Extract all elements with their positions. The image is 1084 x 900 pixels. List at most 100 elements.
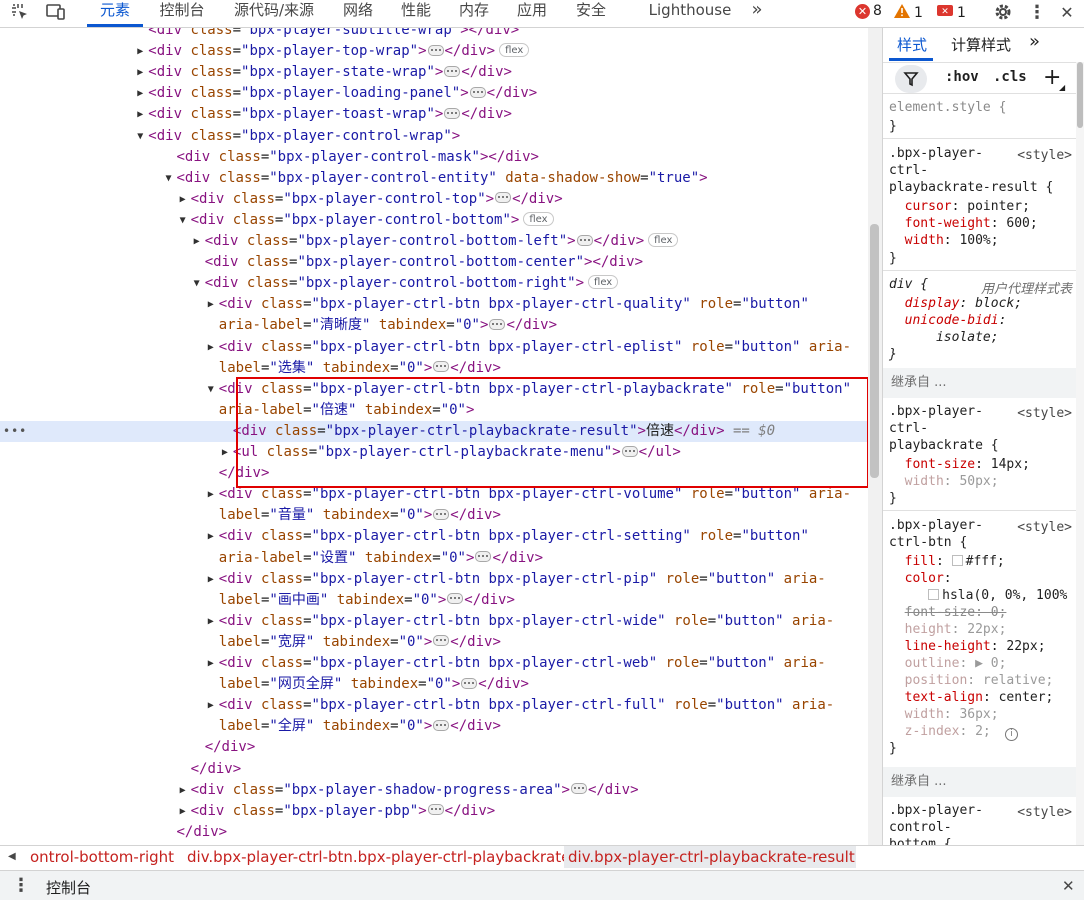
tab-lighthouse[interactable]: Lighthouse: [643, 0, 737, 24]
info-icon[interactable]: i: [1005, 728, 1018, 741]
collapse-triangle-icon[interactable]: ▼: [192, 273, 202, 294]
expand-triangle-icon[interactable]: ▶: [178, 801, 188, 822]
tab-memory[interactable]: 内存: [455, 0, 493, 24]
dom-node-line[interactable]: ▼ <div class="bpx-player-control-bottom">…: [0, 210, 868, 231]
collapse-triangle-icon[interactable]: ▼: [206, 379, 216, 400]
dom-node-line[interactable]: label="选集" tabindex="0"> </div>: [0, 358, 868, 379]
dom-node-line[interactable]: ▶ <div class="bpx-player-ctrl-btn bpx-pla…: [0, 611, 868, 632]
rule2-decls[interactable]: font-size: 14px; width: 50px; }: [889, 456, 1030, 507]
dom-node-line[interactable]: label="宽屏" tabindex="0"> </div>: [0, 632, 868, 653]
more-options-icon[interactable]: ⋮: [1027, 0, 1047, 24]
dom-node-line[interactable]: ▶ <div class="bpx-player-control-bottom-l…: [0, 231, 868, 252]
styles-scroll-thumb[interactable]: [1077, 62, 1083, 128]
drawer-close-icon[interactable]: ✕: [1062, 877, 1075, 895]
dom-node-line[interactable]: label="音量" tabindex="0"> </div>: [0, 505, 868, 526]
expand-triangle-icon[interactable]: ▶: [178, 780, 188, 801]
breadcrumb-item[interactable]: ontrol-bottom-right: [26, 846, 178, 868]
expand-triangle-icon[interactable]: ▶: [178, 189, 188, 210]
dom-node-line[interactable]: label="全屏" tabindex="0"> </div>: [0, 716, 868, 737]
rule3-source-link[interactable]: <style>: [1017, 520, 1072, 535]
expand-triangle-icon[interactable]: ▶: [206, 569, 216, 590]
close-devtools-icon[interactable]: ✕: [1056, 0, 1078, 24]
expand-triangle-icon[interactable]: ▶: [135, 62, 145, 83]
tab-security[interactable]: 安全: [572, 0, 610, 24]
dom-node-line[interactable]: ▶ <div class="bpx-player-pbp"> </div>: [0, 801, 868, 822]
expand-triangle-icon[interactable]: ▶: [206, 526, 216, 547]
dom-node-line[interactable]: ▼ <div class="bpx-player-control-entity" …: [0, 168, 868, 189]
dom-node-line[interactable]: aria-label="设置" tabindex="0"> </div>: [0, 548, 868, 569]
dom-node-line[interactable]: ▶ <div class="bpx-player-control-top"> </d…: [0, 189, 868, 210]
tab-console[interactable]: 控制台: [155, 0, 209, 24]
dom-node-line[interactable]: ▶ <div class="bpx-player-top-wrap"> </div>…: [0, 41, 868, 62]
dom-node-line[interactable]: ▼ <div class="bpx-player-control-wrap">: [0, 126, 868, 147]
dom-node-line[interactable]: aria-label="清晰度" tabindex="0"> </div>: [0, 315, 868, 336]
expand-triangle-icon[interactable]: ▶: [192, 231, 202, 252]
dom-node-line[interactable]: </div>: [0, 822, 868, 843]
drawer-tab-console[interactable]: 控制台: [46, 877, 91, 898]
cls-toggle[interactable]: .cls: [993, 69, 1027, 85]
tab-application[interactable]: 应用: [513, 0, 551, 24]
node-actions-ellipsis-icon[interactable]: •••: [3, 424, 27, 438]
collapse-triangle-icon[interactable]: ▼: [164, 168, 174, 189]
tab-sources[interactable]: 源代码/来源: [229, 0, 319, 24]
more-sidebar-tabs-icon[interactable]: »: [1029, 31, 1040, 52]
dom-node-line[interactable]: label="画中画" tabindex="0"> </div>: [0, 590, 868, 611]
dom-node-line[interactable]: ▶ <div class="bpx-player-ctrl-btn bpx-pla…: [0, 569, 868, 590]
rule4-source-link[interactable]: <style>: [1017, 805, 1072, 820]
filter-icon[interactable]: [895, 65, 927, 93]
settings-gear-icon[interactable]: [990, 0, 1016, 24]
expand-triangle-icon[interactable]: ▶: [135, 41, 145, 62]
tab-network[interactable]: 网络: [339, 0, 377, 24]
dom-node-line[interactable]: ▶ <div class="bpx-player-ctrl-btn bpx-pla…: [0, 695, 868, 716]
dom-tree-scrollbar[interactable]: [868, 28, 882, 845]
expand-triangle-icon[interactable]: ▶: [135, 104, 145, 125]
tab-styles[interactable]: 样式: [897, 34, 927, 55]
collapse-triangle-icon[interactable]: ▼: [135, 126, 145, 147]
expand-triangle-icon[interactable]: ▶: [206, 484, 216, 505]
rule3-decls[interactable]: fill: #fff; color: hsla(0, 0%, 100% font…: [889, 553, 1067, 757]
dom-node-line[interactable]: ▶ <div class="bpx-player-loading-panel"> <…: [0, 83, 868, 104]
rule2-selector[interactable]: .bpx-player- ctrl- playbackrate {: [889, 403, 999, 454]
hov-toggle[interactable]: :hov: [945, 69, 979, 85]
styles-scrollbar[interactable]: [1076, 62, 1084, 862]
device-toolbar-icon[interactable]: [42, 0, 70, 24]
dom-node-line[interactable]: ▶ <div class="bpx-player-state-wrap"> </di…: [0, 62, 868, 83]
rule1-decls[interactable]: cursor: pointer; font-weight: 600; width…: [889, 198, 1038, 249]
expand-triangle-icon[interactable]: ▶: [206, 337, 216, 358]
breadcrumb-item-selected[interactable]: div.bpx-player-ctrl-playbackrate-result: [564, 846, 856, 868]
dom-node-line[interactable]: ▶ <div class="bpx-player-ctrl-btn bpx-pla…: [0, 526, 868, 547]
inspect-element-icon[interactable]: [8, 0, 32, 24]
dom-node-line[interactable]: ▶ <div class="bpx-player-shadow-progress-…: [0, 780, 868, 801]
dom-node-line[interactable]: </div>: [0, 759, 868, 780]
warning-count-badge[interactable]: 1: [893, 3, 923, 23]
dom-node-line[interactable]: <div class="bpx-player-subtitle-wrap"></…: [0, 28, 868, 41]
expand-triangle-icon[interactable]: ▶: [206, 611, 216, 632]
breadcrumb-scroll-left-icon[interactable]: ◀: [4, 846, 20, 868]
tab-performance[interactable]: 性能: [397, 0, 435, 24]
dom-node-line[interactable]: <div class="bpx-player-control-bottom-ce…: [0, 252, 868, 273]
dom-node-line[interactable]: ▶ <div class="bpx-player-ctrl-btn bpx-pla…: [0, 337, 868, 358]
dom-node-line[interactable]: ▼ <div class="bpx-player-control-bottom-r…: [0, 273, 868, 294]
breadcrumb-item[interactable]: div.bpx-player-ctrl-btn.bpx-player-ctrl-…: [183, 846, 574, 868]
expand-triangle-icon[interactable]: ▶: [206, 695, 216, 716]
issues-count-badge[interactable]: ✕ 1: [936, 3, 966, 23]
rule1-source-link[interactable]: <style>: [1017, 148, 1072, 163]
more-tabs-icon[interactable]: »: [744, 0, 770, 24]
dom-node-line[interactable]: </div>: [0, 737, 868, 758]
expand-triangle-icon[interactable]: ▶: [206, 294, 216, 315]
element-style-selector[interactable]: element.style {: [889, 99, 1006, 116]
error-count-badge[interactable]: ✕ 8: [855, 3, 882, 19]
expand-triangle-icon[interactable]: ▶: [135, 83, 145, 104]
rule2-source-link[interactable]: <style>: [1017, 406, 1072, 421]
rule3-selector[interactable]: .bpx-player- ctrl-btn {: [889, 517, 983, 551]
dom-node-line[interactable]: ▶ <div class="bpx-player-ctrl-btn bpx-pla…: [0, 653, 868, 674]
drawer-menu-icon[interactable]: ⋮: [12, 875, 30, 896]
expand-triangle-icon[interactable]: ▶: [206, 653, 216, 674]
tab-computed[interactable]: 计算样式: [951, 34, 1011, 55]
collapse-triangle-icon[interactable]: ▼: [178, 210, 188, 231]
dom-scroll-thumb[interactable]: [870, 224, 879, 478]
tab-elements[interactable]: 元素: [87, 0, 143, 24]
dom-node-line[interactable]: ▶ <div class="bpx-player-ctrl-btn bpx-pla…: [0, 294, 868, 315]
expand-triangle-icon[interactable]: ▶: [220, 442, 230, 463]
dom-node-line[interactable]: label="网页全屏" tabindex="0"> </div>: [0, 674, 868, 695]
